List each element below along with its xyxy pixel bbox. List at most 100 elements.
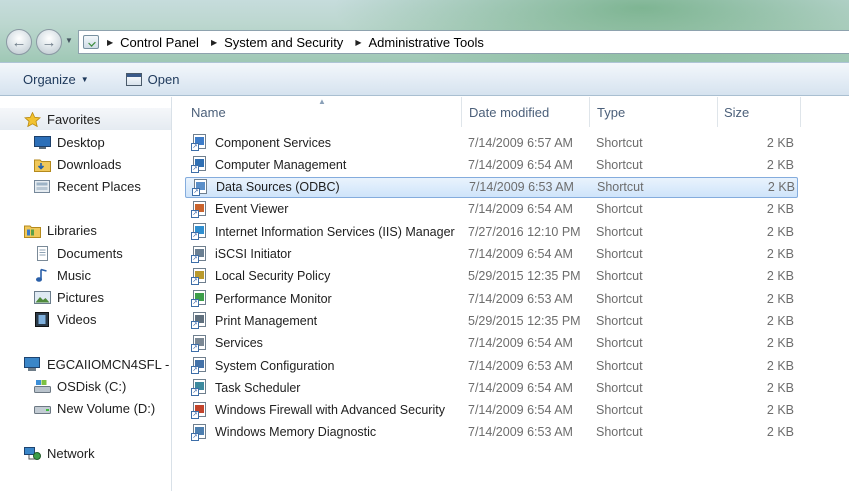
nav-item-osdisk[interactable]: OSDisk (C:) [0, 375, 171, 397]
forward-button[interactable]: → [36, 29, 62, 55]
arrow-left-icon: ← [11, 33, 27, 51]
file-name-cell: ↗ Computer Management [185, 154, 346, 175]
nav-item-music[interactable]: Music [0, 264, 171, 286]
table-row[interactable]: ↗ Internet Information Services (IIS) Man… [185, 221, 798, 242]
table-row[interactable]: ↗ Print Management 5/29/2015 12:35 PM Short… [185, 310, 798, 331]
downloads-folder-icon [34, 159, 51, 172]
nav-computer[interactable]: EGCAIIOMCN4SFL - SI [0, 353, 171, 375]
nav-favorites-label: Favorites [47, 111, 101, 127]
file-list: ▲ Name Date modified Type Size ↗ Componen… [172, 97, 849, 491]
address-field[interactable]: ▶ Control Panel ▶ System and Security ▶ … [78, 30, 849, 54]
file-name-cell: ↗ Windows Firewall with Advanced Security [185, 400, 445, 421]
organize-label: Organize [23, 71, 76, 87]
column-header-name-label: Name [191, 104, 226, 120]
file-name-cell: ↗ Internet Information Services (IIS) Man… [185, 221, 455, 242]
file-size: 2 KB [766, 135, 794, 150]
film-icon [35, 311, 49, 327]
column-header-name[interactable]: Name [191, 97, 461, 127]
nav-network-label: Network [47, 445, 95, 461]
table-row[interactable]: ↗ Event Viewer 7/14/2009 6:54 AM Shortcut 2 … [185, 199, 798, 220]
file-name-cell: ↗ Performance Monitor [185, 288, 332, 309]
nav-libraries[interactable]: Libraries [0, 219, 171, 241]
command-bar: Organize ▼ Open [0, 62, 849, 96]
file-name-cell: ↗ Task Scheduler [185, 377, 300, 398]
file-type: Shortcut [596, 224, 643, 239]
nav-network[interactable]: Network [0, 442, 171, 464]
libraries-icon [24, 225, 41, 238]
file-type: Shortcut [596, 247, 643, 261]
file-size: 2 KB [766, 336, 794, 351]
column-header-date-label: Date modified [469, 104, 550, 120]
file-type: Shortcut [596, 336, 643, 351]
breadcrumb-system-and-security[interactable]: System and Security [224, 35, 343, 50]
address-bar-area: ← → ▼ ▶ Control Panel ▶ System and Secur… [0, 0, 849, 62]
file-type: Shortcut [596, 202, 643, 217]
file-name: Event Viewer [215, 202, 289, 217]
file-name: System Configuration [215, 358, 335, 373]
table-row[interactable]: ↗ Performance Monitor 7/14/2009 6:53 AM Sho… [185, 288, 798, 309]
services-icon: ↗ [191, 334, 209, 352]
nav-item-new-volume[interactable]: New Volume (D:) [0, 397, 171, 419]
file-date-modified: 7/14/2009 6:54 AM [468, 157, 573, 172]
open-button[interactable]: Open [120, 66, 186, 92]
file-size: 2 KB [766, 403, 794, 418]
nav-item-recent-places[interactable]: Recent Places [0, 175, 171, 197]
table-row[interactable]: ↗ System Configuration 7/14/2009 6:53 AM Sh… [185, 355, 798, 376]
column-header-date-modified[interactable]: Date modified [461, 97, 589, 127]
table-row[interactable]: ↗ Task Scheduler 7/14/2009 6:54 AM Shortcut… [185, 377, 798, 398]
breadcrumb-chevron-icon[interactable]: ▶ [355, 38, 361, 47]
arrow-right-icon: → [41, 33, 57, 51]
breadcrumb-control-panel[interactable]: Control Panel [120, 35, 199, 50]
nav-item-label: Videos [57, 311, 97, 327]
chevron-down-icon: ▼ [80, 74, 89, 84]
recent-places-icon [34, 179, 50, 193]
file-name: Print Management [215, 313, 318, 328]
task-scheduler-icon: ↗ [191, 379, 209, 397]
table-row[interactable]: ↗ Data Sources (ODBC) 7/14/2009 6:53 AM Sho… [185, 176, 798, 198]
file-type: Shortcut [596, 135, 643, 150]
table-row[interactable]: ↗ Services 7/14/2009 6:54 AM Shortcut 2 KB [185, 333, 798, 354]
file-date-modified: 7/14/2009 6:54 AM [468, 403, 573, 418]
breadcrumb-administrative-tools[interactable]: Administrative Tools [368, 35, 483, 50]
file-date-modified: 7/14/2009 6:54 AM [468, 247, 573, 261]
file-size: 2 KB [766, 269, 794, 284]
breadcrumb-chevron-icon[interactable]: ▶ [107, 38, 113, 47]
breadcrumb-chevron-icon[interactable]: ▶ [211, 38, 217, 47]
star-icon [24, 111, 41, 127]
table-row[interactable]: ↗ Local Security Policy 5/29/2015 12:35 PM… [185, 266, 798, 287]
print-management-icon: ↗ [191, 312, 209, 330]
back-button[interactable]: ← [6, 29, 32, 55]
table-row[interactable]: ↗ Computer Management 7/14/2009 6:54 AM Sho… [185, 154, 798, 175]
file-type: Shortcut [596, 269, 643, 284]
performance-monitor-icon: ↗ [191, 290, 209, 308]
nav-item-desktop[interactable]: Desktop [0, 131, 171, 153]
column-header-size[interactable]: Size [717, 97, 801, 127]
file-name: iSCSI Initiator [215, 247, 292, 261]
nav-favorites[interactable]: Favorites [0, 108, 171, 130]
nav-item-label: Desktop [57, 134, 105, 150]
file-size: 2 KB [767, 180, 795, 195]
system-configuration-icon: ↗ [191, 357, 209, 374]
nav-item-documents[interactable]: Documents [0, 242, 171, 264]
file-name: Computer Management [215, 157, 347, 172]
table-row[interactable]: ↗ iSCSI Initiator 7/14/2009 6:54 AM Shortcu… [185, 244, 798, 265]
nav-item-downloads[interactable]: Downloads [0, 153, 171, 175]
file-size: 2 KB [766, 202, 794, 217]
memory-diagnostic-icon: ↗ [191, 423, 209, 441]
desktop-icon [34, 135, 51, 149]
file-type: Shortcut [596, 313, 643, 328]
column-header-type[interactable]: Type [589, 97, 717, 127]
table-row[interactable]: ↗ Component Services 7/14/2009 6:57 AM Shor… [185, 132, 798, 153]
file-name-cell: ↗ Component Services [185, 132, 331, 153]
file-name-cell: ↗ iSCSI Initiator [185, 244, 291, 265]
computer-icon [24, 356, 40, 371]
file-name-cell: ↗ Data Sources (ODBC) [186, 178, 340, 197]
nav-item-pictures[interactable]: Pictures [0, 286, 171, 308]
organize-button[interactable]: Organize ▼ [17, 66, 95, 92]
recent-pages-dropdown[interactable]: ▼ [65, 36, 73, 45]
nav-item-videos[interactable]: Videos [0, 308, 171, 330]
table-row[interactable]: ↗ Windows Memory Diagnostic 7/14/2009 6:53… [185, 422, 798, 443]
table-row[interactable]: ↗ Windows Firewall with Advanced Security… [185, 400, 798, 421]
event-viewer-icon: ↗ [191, 200, 209, 218]
file-date-modified: 7/14/2009 6:53 AM [469, 180, 574, 195]
